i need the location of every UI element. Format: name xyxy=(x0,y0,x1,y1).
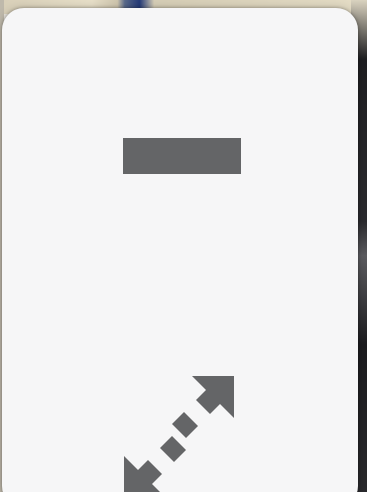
minimize-button[interactable] xyxy=(112,126,252,186)
expand-diagonal-arrows-icon xyxy=(124,376,234,492)
floating-control-panel xyxy=(2,8,358,492)
minimize-icon xyxy=(123,138,241,174)
expand-button[interactable] xyxy=(114,374,244,492)
